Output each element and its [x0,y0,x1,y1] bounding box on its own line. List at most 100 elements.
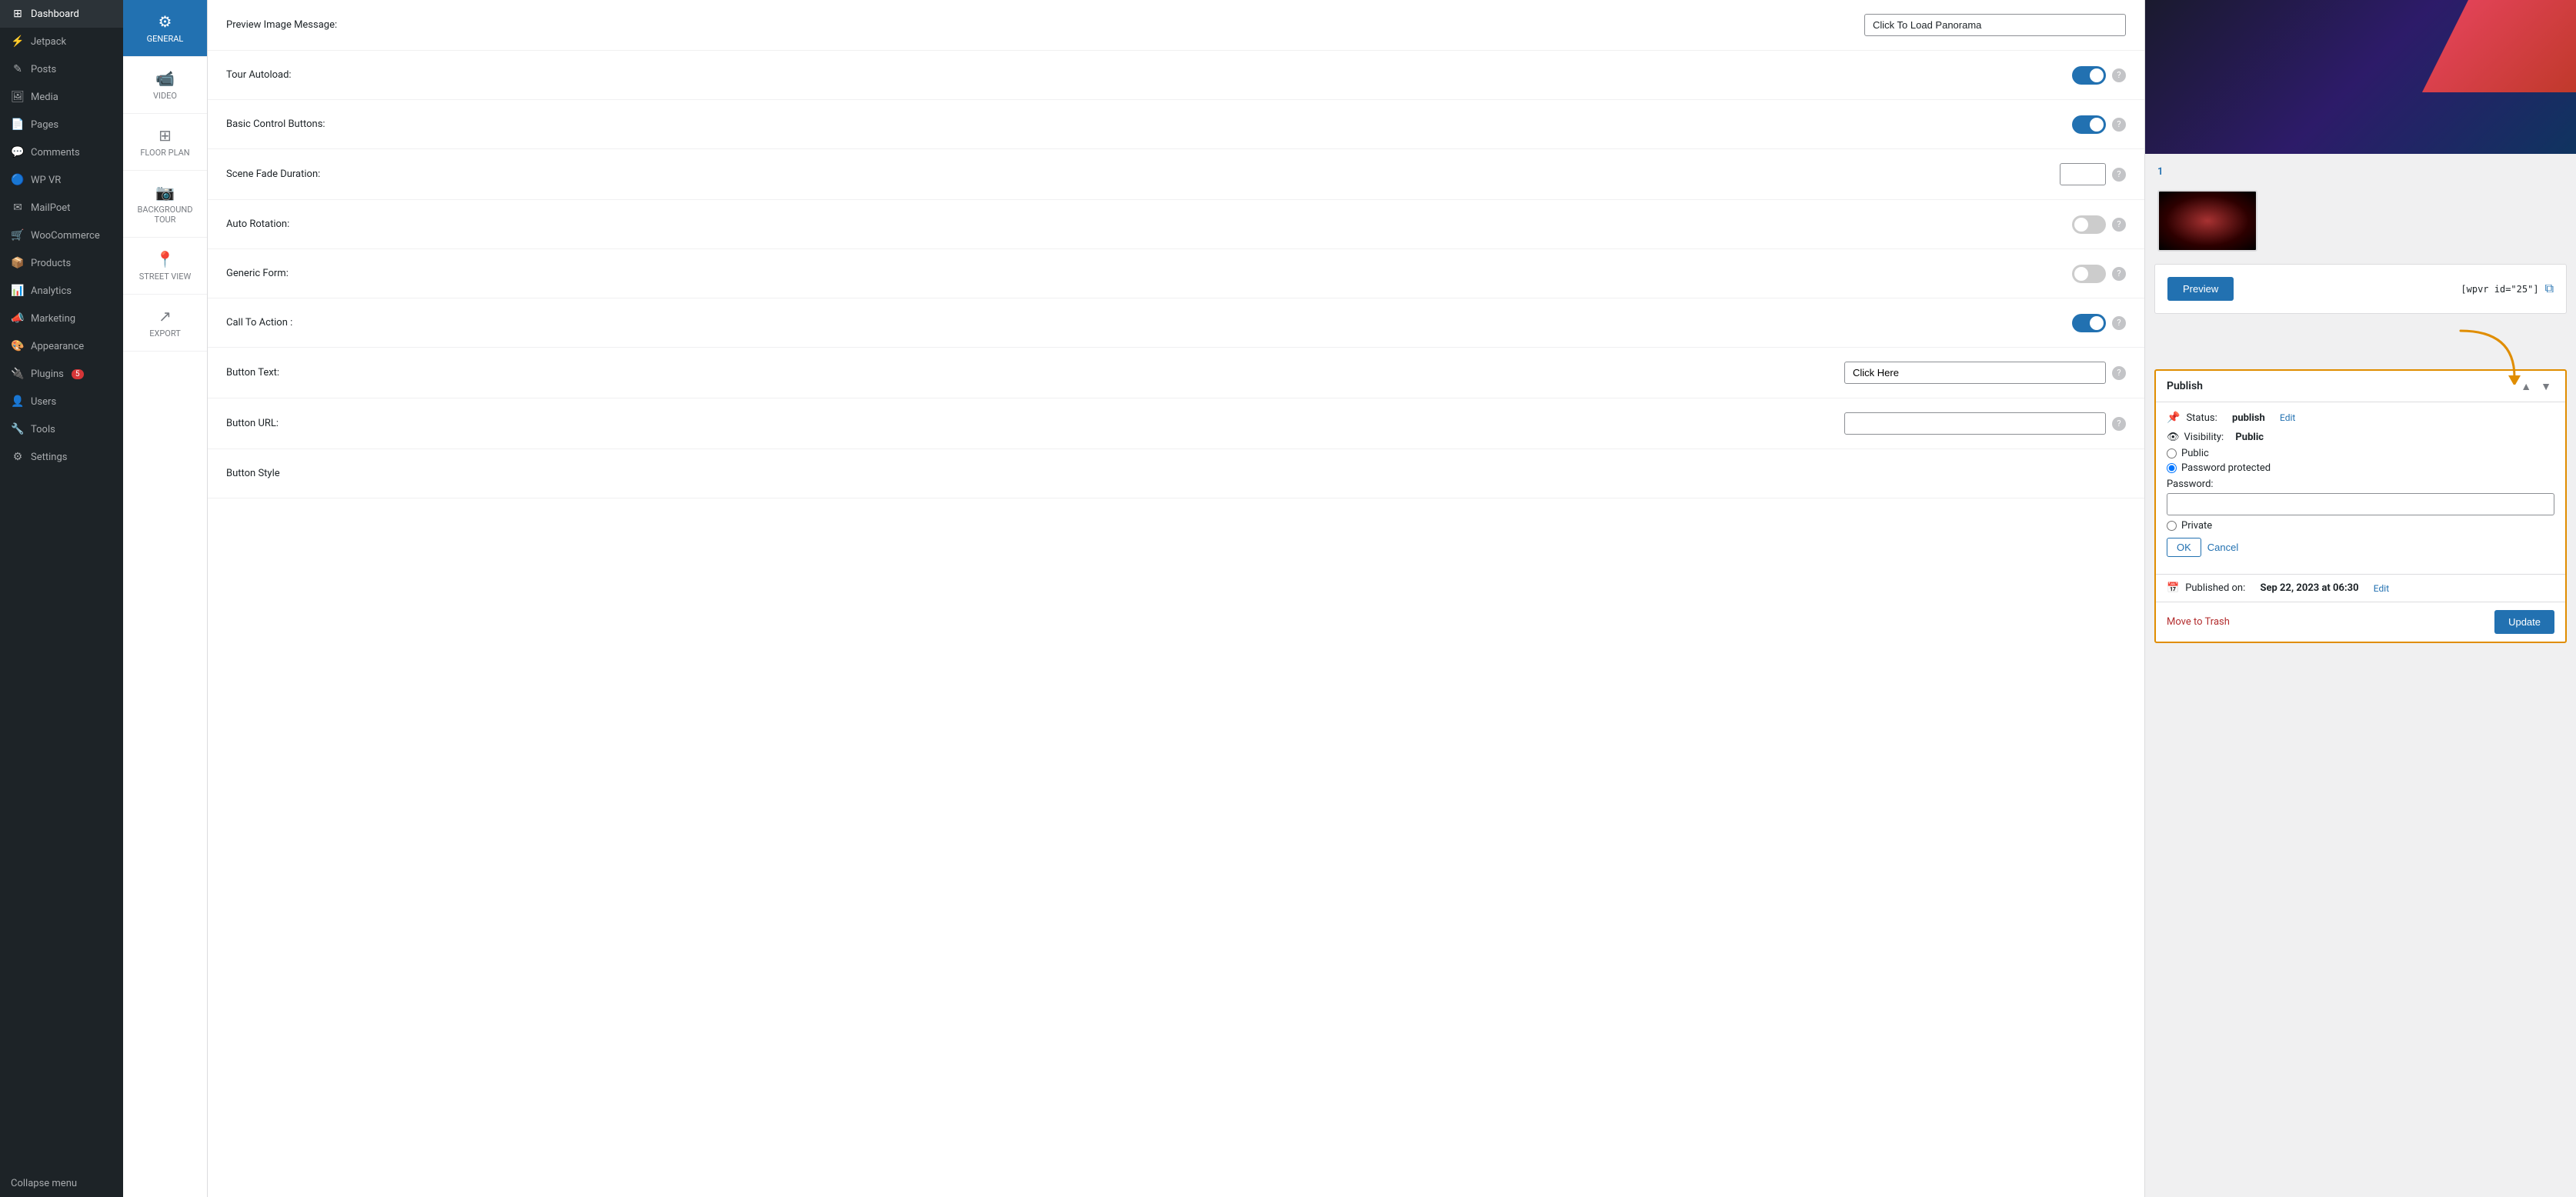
subnav-item-street-view[interactable]: 📍 STREET VIEW [123,238,207,295]
radio-password-label[interactable]: Password protected [2181,462,2271,474]
subnav-item-label: GENERAL [147,34,184,44]
ok-button[interactable]: OK [2167,538,2201,557]
preview-image-message-label: Preview Image Message: [226,19,337,31]
status-row: 📌 Status: publish Edit [2167,412,2554,424]
sidebar-item-label: Pages [31,119,58,131]
call-to-action-info[interactable]: ? [2112,316,2126,330]
radio-private-input[interactable] [2167,521,2177,531]
sidebar-item-pages[interactable]: 📄 Pages [0,111,123,138]
radio-public: Public [2167,448,2554,459]
subnav-item-label: VIDEO [153,91,177,101]
basic-control-buttons-label: Basic Control Buttons: [226,118,325,130]
preview-image-container [2145,0,2576,154]
sidebar-item-media[interactable]: 🖼 Media [0,83,123,111]
sidebar-item-dashboard[interactable]: ⊞ Dashboard [0,0,123,28]
setting-preview-image-message: Preview Image Message: [208,0,2144,51]
cancel-button[interactable]: Cancel [2207,538,2238,557]
sidebar-item-appearance[interactable]: 🎨 Appearance [0,332,123,360]
sidebar-item-marketing[interactable]: 📣 Marketing [0,305,123,332]
generic-form-control: ? [2072,265,2126,283]
setting-basic-control-buttons: Basic Control Buttons: ? [208,100,2144,149]
preview-button[interactable]: Preview [2167,277,2234,301]
radio-public-label[interactable]: Public [2181,448,2209,459]
sidebar-item-label: Plugins [31,368,64,380]
subnav-item-background-tour[interactable]: 📷 BACKGROUND TOUR [123,171,207,238]
sidebar-item-woocommerce[interactable]: 🛒 WooCommerce [0,222,123,249]
radio-password-input[interactable] [2167,463,2177,473]
auto-rotation-toggle[interactable] [2072,215,2106,234]
scene-fade-duration-info[interactable]: ? [2112,168,2126,182]
sidebar-item-comments[interactable]: 💬 Comments [0,138,123,166]
password-input[interactable] [2167,493,2554,515]
update-button[interactable]: Update [2494,610,2554,634]
radio-public-input[interactable] [2167,448,2177,458]
sidebar-item-wp-vr[interactable]: 🔵 WP VR [0,166,123,194]
scene-thumbnail-inner [2159,192,2256,250]
call-to-action-slider [2072,314,2106,332]
button-text-info[interactable]: ? [2112,366,2126,380]
street-view-icon: 📍 [155,250,175,268]
calendar-icon: 📅 [2167,582,2179,594]
tools-icon: 🔧 [11,423,25,435]
posts-icon: ✎ [11,63,25,75]
copy-shortcode-button[interactable]: ⧉ [2545,282,2554,296]
appearance-icon: 🎨 [11,340,25,352]
tour-autoload-slider [2072,66,2106,85]
scene-thumbnail[interactable] [2157,190,2257,252]
generic-form-info[interactable]: ? [2112,267,2126,281]
tour-autoload-toggle[interactable] [2072,66,2106,85]
basic-control-buttons-info[interactable]: ? [2112,118,2126,132]
dashboard-icon: ⊞ [11,8,25,20]
subnav-item-export[interactable]: ↗ EXPORT [123,295,207,352]
publish-date-row: 📅 Published on: Sep 22, 2023 at 06:30 Ed… [2156,574,2565,602]
sidebar-item-plugins[interactable]: 🔌 Plugins 5 [0,360,123,388]
sidebar-item-label: WP VR [31,175,61,186]
sidebar-item-settings[interactable]: ⚙ Settings [0,443,123,471]
generic-form-toggle[interactable] [2072,265,2106,283]
sidebar-item-label: Analytics [31,285,72,297]
sidebar-item-label: WooCommerce [31,230,100,242]
sidebar-item-label: Users [31,396,56,408]
arrow-area [2145,323,2576,385]
button-text-label: Button Text: [226,367,279,378]
published-edit-link[interactable]: Edit [2374,583,2389,594]
sidebar-item-jetpack[interactable]: ⚡ Jetpack [0,28,123,55]
settings-panel: Preview Image Message: Tour Autoload: ? … [208,0,2145,1197]
subnav-item-floor-plan[interactable]: ⊞ FLOOR PLAN [123,114,207,171]
sidebar-item-analytics[interactable]: 📊 Analytics [0,277,123,305]
auto-rotation-info[interactable]: ? [2112,218,2126,232]
move-to-trash-link[interactable]: Move to Trash [2167,616,2230,628]
scene-fade-duration-input[interactable] [2060,163,2106,185]
call-to-action-label: Call To Action : [226,317,292,328]
sidebar-item-posts[interactable]: ✎ Posts [0,55,123,83]
call-to-action-toggle[interactable] [2072,314,2106,332]
button-text-input[interactable] [1844,362,2106,384]
setting-call-to-action: Call To Action : ? [208,298,2144,348]
radio-private: Private [2167,520,2554,532]
sidebar-item-users[interactable]: 👤 Users [0,388,123,415]
subnav-item-video[interactable]: 📹 VIDEO [123,57,207,114]
scene-fade-duration-label: Scene Fade Duration: [226,168,320,180]
sidebar-item-products[interactable]: 📦 Products [0,249,123,277]
button-url-info[interactable]: ? [2112,417,2126,431]
sidebar-item-mailpoet[interactable]: ✉ MailPoet [0,194,123,222]
shortcode-area: [wpvr id="25"] ⧉ [2461,282,2554,296]
generic-form-label: Generic Form: [226,268,289,279]
preview-image-dark [2145,0,2576,154]
visibility-section: 👁 Visibility: Public Public Password pro… [2167,432,2554,557]
preview-image-accent [2422,0,2576,92]
basic-control-buttons-slider [2072,115,2106,134]
radio-private-label[interactable]: Private [2181,520,2212,532]
scene-header-row: 1 [2157,166,2564,184]
collapse-menu-button[interactable]: Collapse menu [0,1170,123,1197]
status-value: publish [2232,412,2265,424]
status-icon: 📌 [2167,412,2180,424]
status-edit-link[interactable]: Edit [2280,412,2295,423]
sidebar-item-tools[interactable]: 🔧 Tools [0,415,123,443]
preview-image-message-input[interactable] [1864,14,2126,36]
button-url-input[interactable] [1844,412,2106,435]
subnav-item-general[interactable]: ⚙ GENERAL [123,0,207,57]
tour-autoload-info[interactable]: ? [2112,68,2126,82]
button-url-control: ? [1844,412,2126,435]
basic-control-buttons-toggle[interactable] [2072,115,2106,134]
